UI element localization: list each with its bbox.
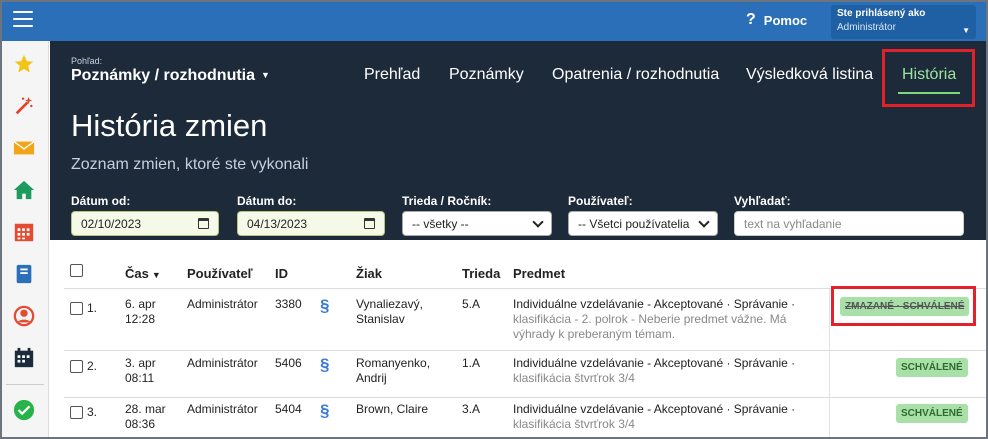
- chevron-down-icon: [698, 215, 710, 228]
- date-to-label: Dátum do:: [237, 194, 297, 208]
- class-select-value: -- všetky --: [412, 216, 469, 231]
- app-window: ? Pomoc Ste prihlásený ako Administrátor…: [0, 0, 988, 439]
- calendar-icon[interactable]: [364, 218, 375, 229]
- class-filter-label: Trieda / Ročník:: [402, 194, 492, 208]
- nav-vysledkova-listina[interactable]: Výsledková listina: [746, 66, 873, 84]
- sidebar: [2, 41, 49, 437]
- row-time: 6. apr 12:28: [125, 297, 156, 326]
- row-class: 3.A: [462, 402, 481, 416]
- row-user: Administrátor: [187, 402, 258, 416]
- row-checkbox[interactable]: [70, 302, 83, 315]
- select-all-checkbox[interactable]: [70, 264, 83, 277]
- date-from-label: Dátum od:: [71, 194, 131, 208]
- row-divider: [64, 397, 986, 398]
- star-icon[interactable]: [13, 53, 35, 75]
- user-select[interactable]: -- Všetci používatelia: [568, 211, 718, 236]
- row-number: 2.: [87, 359, 98, 373]
- nav-prehlad[interactable]: Prehľad: [364, 66, 420, 84]
- user-menu[interactable]: Ste prihlásený ako Administrátor ▼: [831, 5, 976, 39]
- row-id: 3380: [275, 297, 302, 311]
- magic-wand-icon[interactable]: [13, 95, 35, 117]
- paragraph-icon[interactable]: §: [320, 296, 329, 316]
- page-title: História zmien: [71, 108, 268, 143]
- column-header-cas[interactable]: Čas ▼: [125, 266, 161, 281]
- search-placeholder: text na vyhľadanie: [744, 216, 842, 231]
- column-header-ziak[interactable]: Žiak: [356, 266, 382, 281]
- row-id: 5404: [275, 402, 302, 416]
- book-icon[interactable]: [13, 263, 35, 285]
- sidebar-divider: [6, 384, 44, 385]
- date-to-value: 04/13/2023: [247, 216, 308, 231]
- row-time: 28. mar 08:36: [125, 402, 166, 431]
- row-divider: [64, 350, 986, 351]
- nav-poznamky[interactable]: Poznámky: [449, 66, 524, 84]
- home-icon[interactable]: [13, 179, 35, 201]
- page-header: Pohľad: Poznámky / rozhodnutia ▼ Prehľad …: [50, 41, 986, 240]
- date-to-input[interactable]: 04/13/2023: [237, 211, 385, 236]
- row-student: Vynaliezavý, Stanislav: [356, 297, 423, 326]
- row-class: 5.A: [462, 297, 481, 311]
- column-header-trieda[interactable]: Trieda: [462, 266, 500, 281]
- date-from-input[interactable]: 02/10/2023: [71, 211, 219, 236]
- top-bar: ? Pomoc Ste prihlásený ako Administrátor…: [2, 2, 986, 41]
- help-button[interactable]: ? Pomoc: [746, 11, 807, 29]
- nav-opatrenia[interactable]: Opatrenia / rozhodnutia: [552, 66, 719, 84]
- row-id: 5406: [275, 356, 302, 370]
- class-select[interactable]: -- všetky --: [402, 211, 552, 236]
- view-selector[interactable]: Poznámky / rozhodnutia ▼: [71, 67, 270, 85]
- row-class: 1.A: [462, 356, 481, 370]
- history-table: Čas ▼ Používateľ ID Žiak Trieda Predmet 1…: [50, 240, 986, 437]
- user-line1: Ste prihlásený ako: [837, 8, 926, 19]
- row-time: 3. apr 08:11: [125, 356, 156, 385]
- column-divider: [829, 288, 830, 437]
- view-name: Poznámky / rozhodnutia: [71, 67, 256, 84]
- page-subtitle: Zoznam zmien, ktoré ste vykonali: [71, 156, 309, 173]
- status-badge: SCHVÁLENÉ: [896, 358, 968, 377]
- chevron-down-icon: [532, 215, 544, 228]
- row-subject: Individuálne vzdelávanie - Akceptované ·…: [513, 402, 796, 431]
- user-select-value: -- Všetci používatelia: [578, 216, 690, 231]
- sort-desc-icon: ▼: [151, 270, 161, 280]
- caret-down-icon: ▼: [261, 70, 270, 80]
- row-checkbox[interactable]: [70, 360, 83, 373]
- paragraph-icon[interactable]: §: [320, 401, 329, 421]
- search-label: Vyhľadať:: [734, 194, 791, 208]
- row-user: Administrátor: [187, 297, 258, 311]
- row-number: 1.: [87, 301, 98, 315]
- paragraph-icon[interactable]: §: [320, 355, 329, 375]
- user-profile-icon[interactable]: [13, 305, 35, 327]
- row-user: Administrátor: [187, 356, 258, 370]
- row-checkbox[interactable]: [70, 406, 83, 419]
- schedule-icon[interactable]: [13, 347, 35, 369]
- calendar-icon[interactable]: [198, 218, 209, 229]
- help-label: Pomoc: [763, 12, 808, 28]
- user-name: Administrátor: [837, 22, 896, 33]
- column-header-id[interactable]: ID: [275, 266, 288, 281]
- question-icon: ?: [746, 11, 756, 28]
- hamburger-menu-icon[interactable]: [13, 11, 33, 27]
- column-header-predmet[interactable]: Predmet: [513, 266, 565, 281]
- row-subject: Individuálne vzdelávanie - Akceptované ·…: [513, 356, 796, 385]
- search-input[interactable]: text na vyhľadanie: [734, 211, 964, 236]
- row-student: Romanyenko, Andrij: [356, 356, 431, 385]
- user-filter-label: Používateľ:: [568, 194, 633, 208]
- column-header-pouzivatel[interactable]: Používateľ: [187, 266, 253, 281]
- highlight-box: [882, 49, 975, 107]
- check-circle-icon[interactable]: [13, 399, 35, 421]
- caret-down-icon: ▼: [962, 26, 970, 35]
- view-label: Pohľad:: [71, 56, 103, 66]
- row-subject: Individuálne vzdelávanie - Akceptované ·…: [513, 297, 796, 341]
- row-student: Brown, Claire: [356, 402, 429, 416]
- status-badge: SCHVÁLENÉ: [896, 404, 968, 423]
- envelope-icon[interactable]: [13, 137, 35, 159]
- row-number: 3.: [87, 405, 98, 419]
- highlight-box: [831, 286, 976, 326]
- calendar-icon[interactable]: [13, 221, 35, 243]
- date-from-value: 02/10/2023: [81, 216, 142, 231]
